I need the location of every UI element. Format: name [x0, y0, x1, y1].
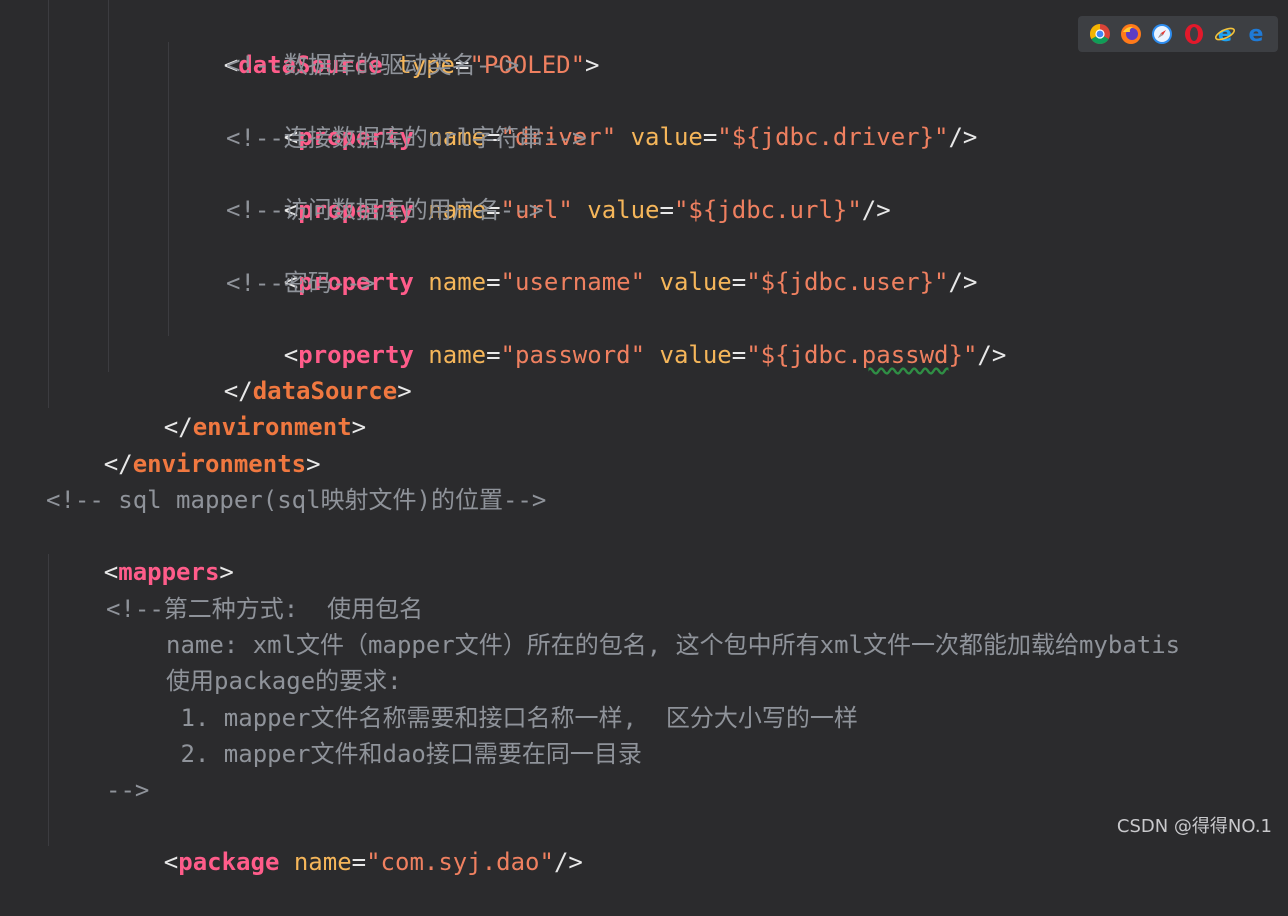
code-line: <property name="username" value="${jdbc.…: [283, 268, 978, 296]
code-comment: 使用package的要求:: [166, 667, 402, 695]
code-editor[interactable]: <dataSource type="POOLED"> <!--数据库的驱动类名-…: [0, 0, 1288, 876]
xml-string: "${jdbc.: [746, 341, 862, 369]
xml-attribute: name: [428, 268, 487, 296]
opera-icon[interactable]: [1183, 23, 1205, 45]
xml-attribute: value: [659, 341, 732, 369]
xml-string: "${jdbc.user}": [746, 268, 949, 296]
code-line: <property name="password" value="${jdbc.…: [283, 341, 1007, 369]
code-comment: <!-- sql mapper(sql映射文件)的位置-->: [46, 486, 547, 514]
xml-string: "${jdbc.url}": [673, 196, 862, 224]
xml-attribute: name: [293, 848, 352, 876]
code-comment: 1. mapper文件名称需要和接口名称一样, 区分大小写的一样: [166, 704, 858, 732]
ie-icon[interactable]: e: [1214, 23, 1236, 45]
code-comment: <!--访问数据库的用户名-->: [226, 196, 544, 224]
browser-preview-toolbar: e e: [1078, 16, 1278, 52]
xml-attribute: value: [659, 268, 732, 296]
code-comment: 2. mapper文件和dao接口需要在同一目录: [166, 740, 642, 768]
xml-attribute: name: [428, 341, 487, 369]
code-line: </dataSource>: [223, 377, 412, 405]
firefox-icon[interactable]: [1120, 23, 1142, 45]
code-comment: <!--数据库的驱动类名-->: [226, 51, 520, 79]
xml-string: "com.syj.dao": [366, 848, 554, 876]
code-comment: name: xml文件（mapper文件）所在的包名, 这个包中所有xml文件一…: [166, 631, 1181, 659]
code-line: <property name="driver" value="${jdbc.dr…: [283, 123, 978, 151]
xml-tag: mappers: [118, 558, 220, 586]
code-line: </environments>: [103, 450, 321, 478]
svg-text:e: e: [1218, 23, 1232, 45]
indent-guide: [108, 0, 109, 372]
chrome-icon[interactable]: [1089, 23, 1111, 45]
xml-attribute: value: [630, 123, 703, 151]
code-line: <property name="url" value="${jdbc.url}"…: [283, 196, 891, 224]
code-line: <dataSource type="POOLED">: [223, 51, 600, 79]
code-line: <package name="com.syj.dao"/>: [163, 848, 583, 876]
xml-string: "${jdbc.driver}": [717, 123, 949, 151]
code-comment: <!--第二种方式: 使用包名: [106, 595, 424, 623]
code-comment: <!--连接数据库的url字符串-->: [226, 124, 587, 152]
watermark: CSDN @得得NO.1: [1116, 816, 1272, 837]
code-comment: -->: [106, 776, 150, 804]
xml-attribute: value: [587, 196, 660, 224]
xml-string: "username": [500, 268, 646, 296]
xml-tag: environments: [132, 450, 307, 478]
svg-text:e: e: [1249, 23, 1264, 45]
spellcheck-word: passwd: [861, 341, 949, 369]
indent-guide: [48, 0, 49, 408]
xml-tag: package: [178, 848, 280, 876]
code-line: </environment>: [163, 413, 367, 441]
edge-icon[interactable]: e: [1245, 23, 1267, 45]
xml-string: "password": [500, 341, 646, 369]
safari-icon[interactable]: [1151, 23, 1173, 45]
code-line: <mappers>: [103, 558, 234, 586]
code-comment: <!--密码-->: [226, 269, 376, 297]
